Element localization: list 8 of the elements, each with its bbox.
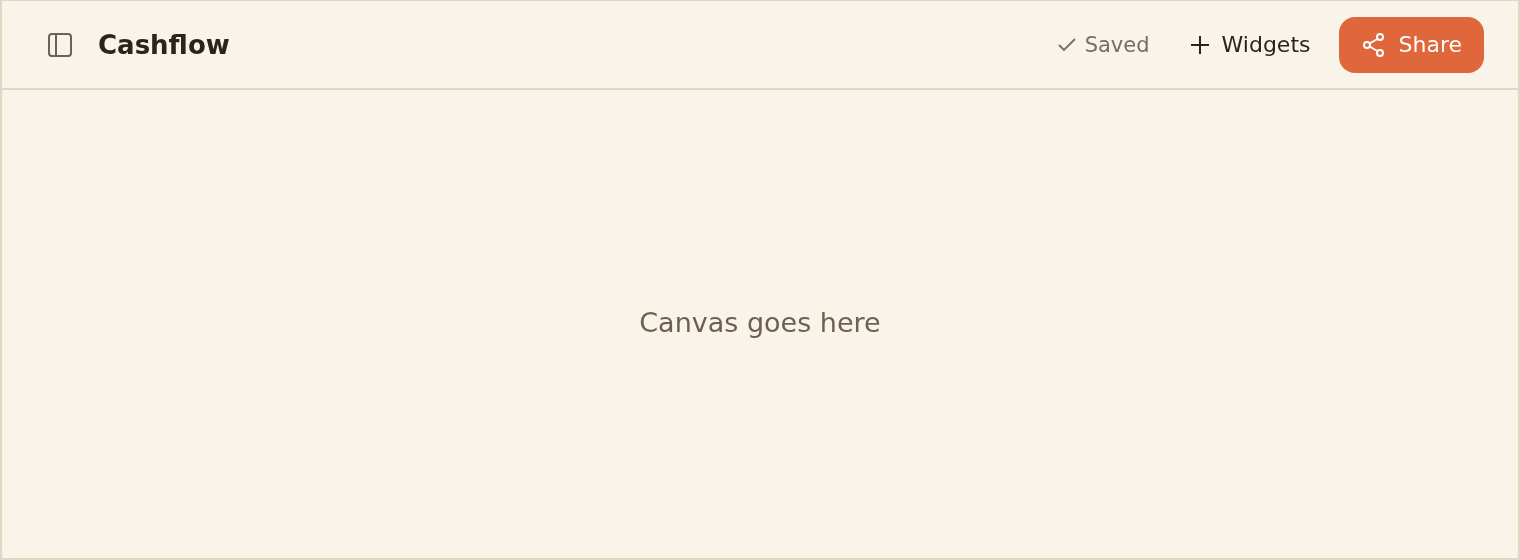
widgets-button[interactable]: Widgets	[1189, 32, 1311, 57]
plus-icon	[1189, 34, 1210, 55]
sidebar-icon	[47, 31, 73, 58]
save-status: Saved	[1084, 32, 1150, 57]
canvas-message: Canvas goes here	[639, 306, 881, 338]
page-title: Cashflow	[98, 29, 230, 60]
share-icon	[1360, 31, 1387, 58]
checkmark-icon	[1056, 36, 1077, 53]
